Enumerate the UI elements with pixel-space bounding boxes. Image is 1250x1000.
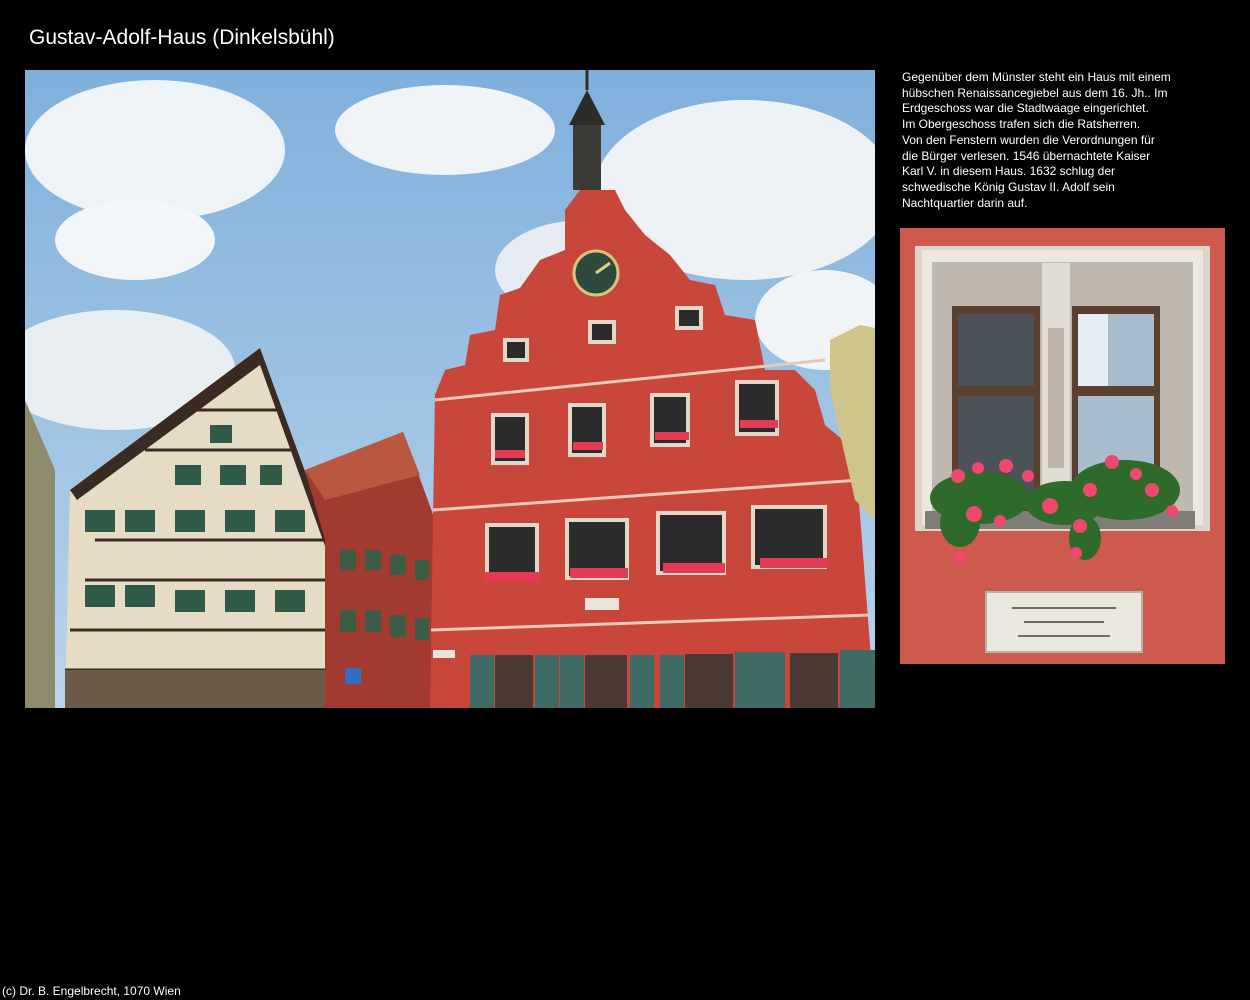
description-line: Erdgeschoss war die Stadtwaage eingerich… [902,101,1149,116]
description-line: Gegenüber dem Münster steht ein Haus mit… [902,70,1171,84]
main-photo[interactable] [25,70,875,708]
page-title: Gustav-Adolf-Haus (Dinkelsbühl) [29,26,335,49]
description-text: Gegenüber dem Münster steht ein Haus mit… [902,70,1222,211]
description-line: die Bürger verlesen. 1546 übernachtete K… [902,148,1151,163]
description-line: Von den Fenstern wurden die Verordnungen… [902,132,1155,147]
gable-house-photo-icon [25,70,875,708]
description-line: Karl V. in diesem Haus. 1632 schlug der [902,164,1116,179]
description-line: hübschen Renaissancegiebel aus dem 16. J… [902,85,1168,100]
copyright-notice: (c) Dr. B. Engelbrecht, 1070 Wien [2,984,181,998]
description-line: schwedische König Gustav II. Adolf sein [902,179,1115,194]
description-line: Nachtquartier darin auf. [902,195,1028,210]
detail-photo[interactable] [900,228,1225,664]
window-plaque-photo-icon [900,228,1225,664]
description-line: Im Obergeschoss trafen sich die Ratsherr… [902,117,1141,132]
